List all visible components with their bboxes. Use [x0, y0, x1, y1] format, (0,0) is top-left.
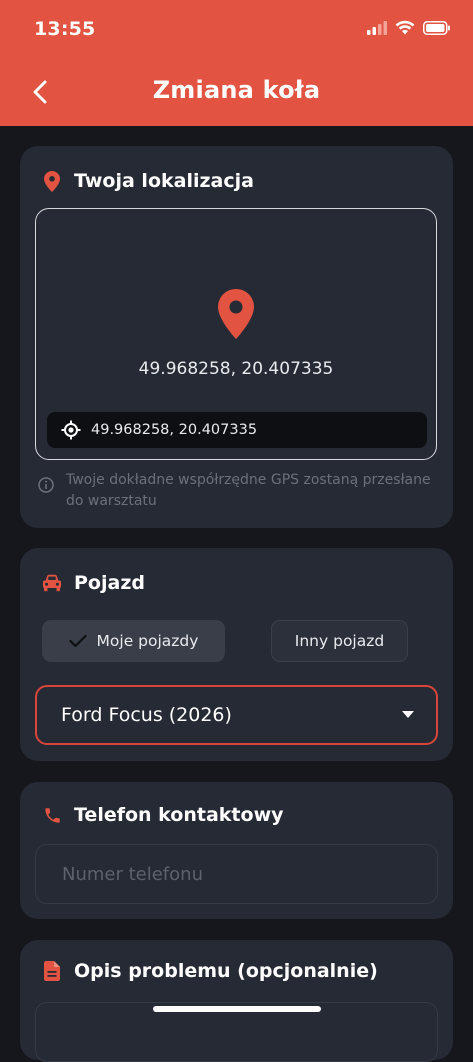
phone-card-title: Telefon kontaktowy	[42, 804, 284, 826]
vehicle-card-title: Pojazd	[42, 572, 145, 594]
phone-icon	[42, 804, 62, 826]
location-card-title: Twoja lokalizacja	[42, 170, 254, 192]
map-pin-icon	[218, 289, 254, 339]
map-coordinates: 49.968258, 20.407335	[138, 359, 334, 379]
battery-icon	[423, 20, 451, 39]
gps-note: Twoje dokładne współrzędne GPS zostaną p…	[38, 470, 438, 512]
coordinates-bar-text: 49.968258, 20.407335	[91, 422, 258, 438]
vehicle-title: Pojazd	[74, 572, 145, 594]
location-card: Twoja lokalizacja 49.968258, 20.407335 4…	[20, 146, 453, 528]
other-vehicle-button[interactable]: Inny pojazd	[271, 620, 408, 662]
map-preview[interactable]: 49.968258, 20.407335 49.968258, 20.40733…	[35, 208, 437, 460]
phone-card: Telefon kontaktowy	[20, 782, 453, 919]
car-icon	[42, 572, 62, 594]
description-title: Opis problemu (opcjonalnie)	[74, 960, 378, 982]
document-icon	[42, 960, 62, 982]
status-bar: 13:55	[0, 0, 473, 60]
description-card-title: Opis problemu (opcjonalnie)	[42, 960, 378, 982]
status-icons	[367, 20, 451, 39]
caret-down-icon	[402, 711, 414, 718]
my-vehicles-button[interactable]: Moje pojazdy	[42, 620, 225, 662]
phone-input-wrapper	[35, 844, 438, 904]
gps-note-text: Twoje dokładne współrzędne GPS zostaną p…	[66, 472, 431, 509]
vehicle-card: Pojazd Moje pojazdy Inny pojazd Ford Foc…	[20, 548, 453, 761]
page-title: Zmiana koła	[152, 76, 321, 104]
my-vehicles-label: Moje pojazdy	[96, 632, 199, 650]
location-title: Twoja lokalizacja	[74, 170, 254, 192]
app-header: Zmiana koła	[0, 60, 473, 126]
checkmark-icon	[68, 634, 87, 648]
phone-title: Telefon kontaktowy	[74, 804, 284, 826]
crosshair-icon	[61, 420, 81, 440]
phone-input[interactable]	[60, 862, 437, 886]
other-vehicle-label: Inny pojazd	[294, 632, 385, 650]
coordinates-bar: 49.968258, 20.407335	[47, 412, 427, 448]
info-icon	[38, 477, 54, 493]
home-indicator	[153, 1006, 321, 1012]
description-card: Opis problemu (opcjonalnie)	[20, 940, 453, 1062]
location-pin-icon	[42, 170, 62, 192]
signal-icon	[367, 20, 387, 39]
vehicle-select-value: Ford Focus (2026)	[61, 704, 232, 726]
wifi-icon	[395, 20, 415, 39]
vehicle-select[interactable]: Ford Focus (2026)	[35, 685, 438, 745]
status-time: 13:55	[34, 18, 96, 40]
